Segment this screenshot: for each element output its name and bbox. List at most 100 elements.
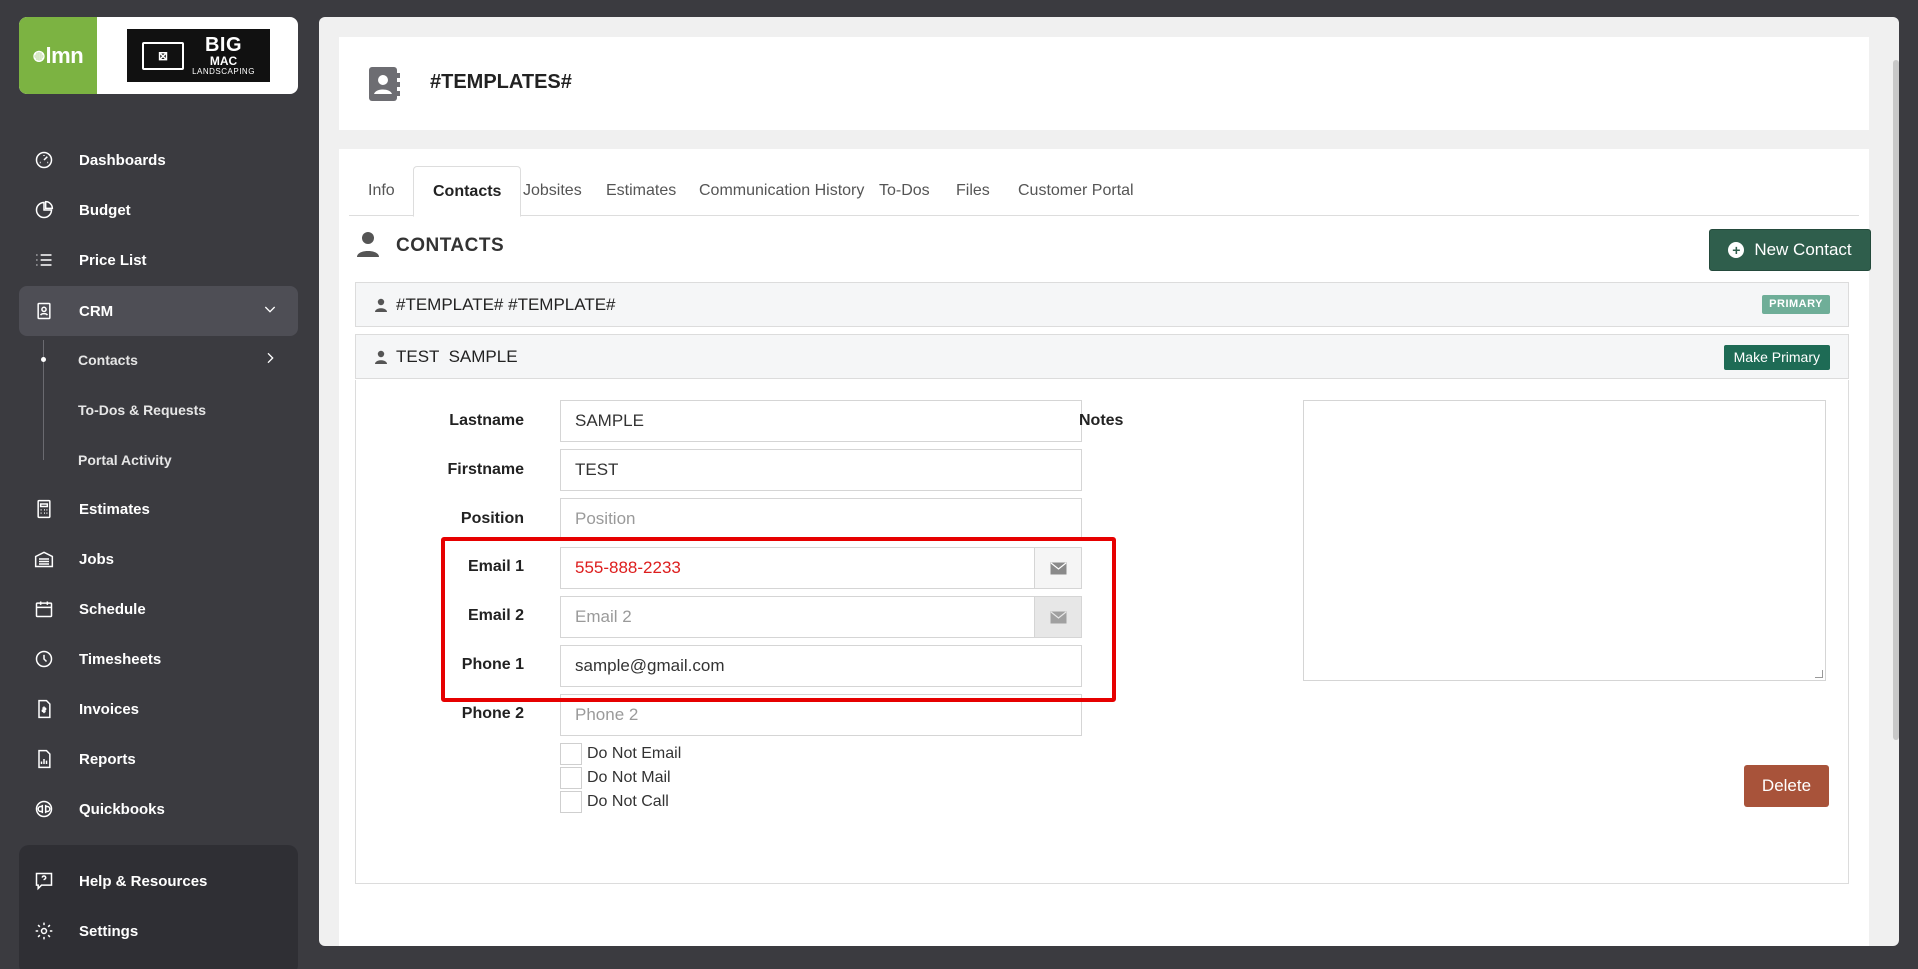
sidebar-item-label: Price List xyxy=(79,251,147,269)
email2-send-button[interactable] xyxy=(1035,596,1082,638)
checkbox-label: Do Not Call xyxy=(587,793,669,810)
gear-icon xyxy=(33,920,55,942)
scrollbar[interactable] xyxy=(1893,60,1899,740)
person-icon xyxy=(375,298,387,312)
tab-communication-history[interactable]: Communication History xyxy=(680,166,883,216)
active-dot xyxy=(41,357,46,362)
tab-files[interactable]: Files xyxy=(937,166,1009,216)
sidebar-item-crm[interactable]: CRM xyxy=(19,286,298,336)
sidebar: ◍ lmn ⊠ BIG MAC LANDSCAPING Dashboards Bu… xyxy=(0,0,318,969)
sidebar-subitem-todos[interactable]: To-Dos & Requests xyxy=(78,390,206,430)
page-header: #TEMPLATES# xyxy=(339,37,1869,130)
firstname-field[interactable]: TEST xyxy=(560,449,1082,491)
clock-icon xyxy=(33,648,55,670)
company-logo: ⊠ BIG MAC LANDSCAPING xyxy=(127,29,270,82)
gauge-icon xyxy=(33,149,55,171)
phone1-field[interactable]: sample@gmail.com xyxy=(560,645,1082,687)
sidebar-subitem-portal-activity[interactable]: Portal Activity xyxy=(78,440,172,480)
sidebar-item-budget[interactable]: Budget xyxy=(19,186,298,234)
invoice-icon xyxy=(33,698,55,720)
tab-customer-portal[interactable]: Customer Portal xyxy=(999,166,1153,216)
sidebar-item-timesheets[interactable]: Timesheets xyxy=(19,635,298,683)
notes-textarea[interactable] xyxy=(1303,400,1826,681)
firstname-label: Firstname xyxy=(447,461,524,478)
sidebar-item-quickbooks[interactable]: Quickbooks xyxy=(19,785,298,833)
do-not-call-checkbox[interactable]: Do Not Call xyxy=(560,791,669,813)
tab-bar: Info Contacts Jobsites Estimates Communi… xyxy=(349,166,1859,217)
contact-detail-form: Lastname Firstname Position Email 1 Emai… xyxy=(355,380,1849,884)
sidebar-item-estimates[interactable]: Estimates xyxy=(19,485,298,533)
lastname-field[interactable]: SAMPLE xyxy=(560,400,1082,442)
sidebar-item-label: CRM xyxy=(79,302,114,320)
contact-row-selected[interactable]: TEST SAMPLE Make Primary xyxy=(355,334,1849,379)
sidebar-item-reports[interactable]: Reports xyxy=(19,735,298,783)
sidebar-item-label: Estimates xyxy=(79,500,150,518)
tab-estimates[interactable]: Estimates xyxy=(587,166,695,216)
sidebar-subitem-contacts[interactable]: Contacts xyxy=(78,340,138,380)
checkbox[interactable] xyxy=(560,791,582,813)
sidebar-item-dashboards[interactable]: Dashboards xyxy=(19,136,298,184)
chevron-right-icon[interactable] xyxy=(262,350,278,366)
person-icon xyxy=(357,232,379,257)
sidebar-item-price-list[interactable]: Price List xyxy=(19,236,298,284)
sidebar-item-schedule[interactable]: Schedule xyxy=(19,585,298,633)
lmn-logo: ◍ lmn xyxy=(19,17,97,94)
contact-card-icon xyxy=(33,300,55,322)
email1-field[interactable]: 555-888-2233 xyxy=(560,547,1035,589)
phone2-field[interactable]: Phone 2 xyxy=(560,694,1082,736)
email2-field[interactable]: Email 2 xyxy=(560,596,1035,638)
chevron-down-icon[interactable] xyxy=(262,301,278,317)
sidebar-item-label: Reports xyxy=(79,750,136,768)
checkbox-label: Do Not Email xyxy=(587,745,682,762)
contact-row-primary[interactable]: #TEMPLATE# #TEMPLATE# PRIMARY xyxy=(355,282,1849,327)
help-icon xyxy=(33,870,55,892)
contacts-card: Info Contacts Jobsites Estimates Communi… xyxy=(339,149,1871,946)
sidebar-item-settings[interactable]: Settings xyxy=(19,907,298,955)
sidebar-item-label: Budget xyxy=(79,201,131,219)
contact-name: TEST SAMPLE xyxy=(396,347,518,366)
sidebar-item-label: Dashboards xyxy=(79,151,166,169)
list-icon xyxy=(33,249,55,271)
do-not-mail-checkbox[interactable]: Do Not Mail xyxy=(560,767,671,789)
tab-info[interactable]: Info xyxy=(349,166,414,216)
checkbox[interactable] xyxy=(560,767,582,789)
quickbooks-icon xyxy=(33,798,55,820)
warehouse-icon xyxy=(33,548,55,570)
sidebar-item-label: Schedule xyxy=(79,600,146,618)
do-not-email-checkbox[interactable]: Do Not Email xyxy=(560,743,681,765)
sidebar-item-help[interactable]: Help & Resources xyxy=(19,857,298,905)
email1-label: Email 1 xyxy=(467,558,524,575)
section-title: CONTACTS xyxy=(396,235,505,256)
delete-button[interactable]: Delete xyxy=(1744,765,1829,807)
main-content: #TEMPLATES# Info Contacts Jobsites Estim… xyxy=(319,17,1899,946)
checkbox-label: Do Not Mail xyxy=(587,769,671,786)
sidebar-item-label: Timesheets xyxy=(79,650,162,668)
make-primary-button[interactable]: Make Primary xyxy=(1723,345,1830,370)
lastname-label: Lastname xyxy=(449,412,524,429)
brand-header[interactable]: ◍ lmn ⊠ BIG MAC LANDSCAPING xyxy=(19,17,298,94)
person-icon xyxy=(375,350,387,364)
contact-book-icon xyxy=(369,67,400,101)
pie-chart-icon xyxy=(33,199,55,221)
calendar-icon xyxy=(33,598,55,620)
tab-todos[interactable]: To-Dos xyxy=(860,166,949,216)
sidebar-item-jobs[interactable]: Jobs xyxy=(19,535,298,583)
sidebar-item-label: Jobs xyxy=(79,550,115,568)
plus-icon: + xyxy=(1728,242,1745,258)
checkbox[interactable] xyxy=(560,743,582,765)
calculator-icon xyxy=(33,498,55,520)
sidebar-item-invoices[interactable]: Invoices xyxy=(19,685,298,733)
notes-label: Notes xyxy=(1079,412,1124,429)
position-field[interactable]: Position xyxy=(560,498,1082,540)
resize-handle-icon[interactable] xyxy=(1815,670,1823,678)
position-label: Position xyxy=(460,510,524,527)
envelope-icon xyxy=(1050,562,1066,574)
new-contact-label: New Contact xyxy=(1754,240,1852,259)
report-icon xyxy=(33,748,55,770)
phone1-label: Phone 1 xyxy=(461,656,524,673)
email1-send-button[interactable] xyxy=(1035,547,1082,589)
primary-badge: PRIMARY xyxy=(1762,295,1830,314)
sidebar-item-label: Invoices xyxy=(79,700,140,718)
new-contact-button[interactable]: + New Contact xyxy=(1709,229,1871,271)
sidebar-item-label: Settings xyxy=(79,922,139,940)
